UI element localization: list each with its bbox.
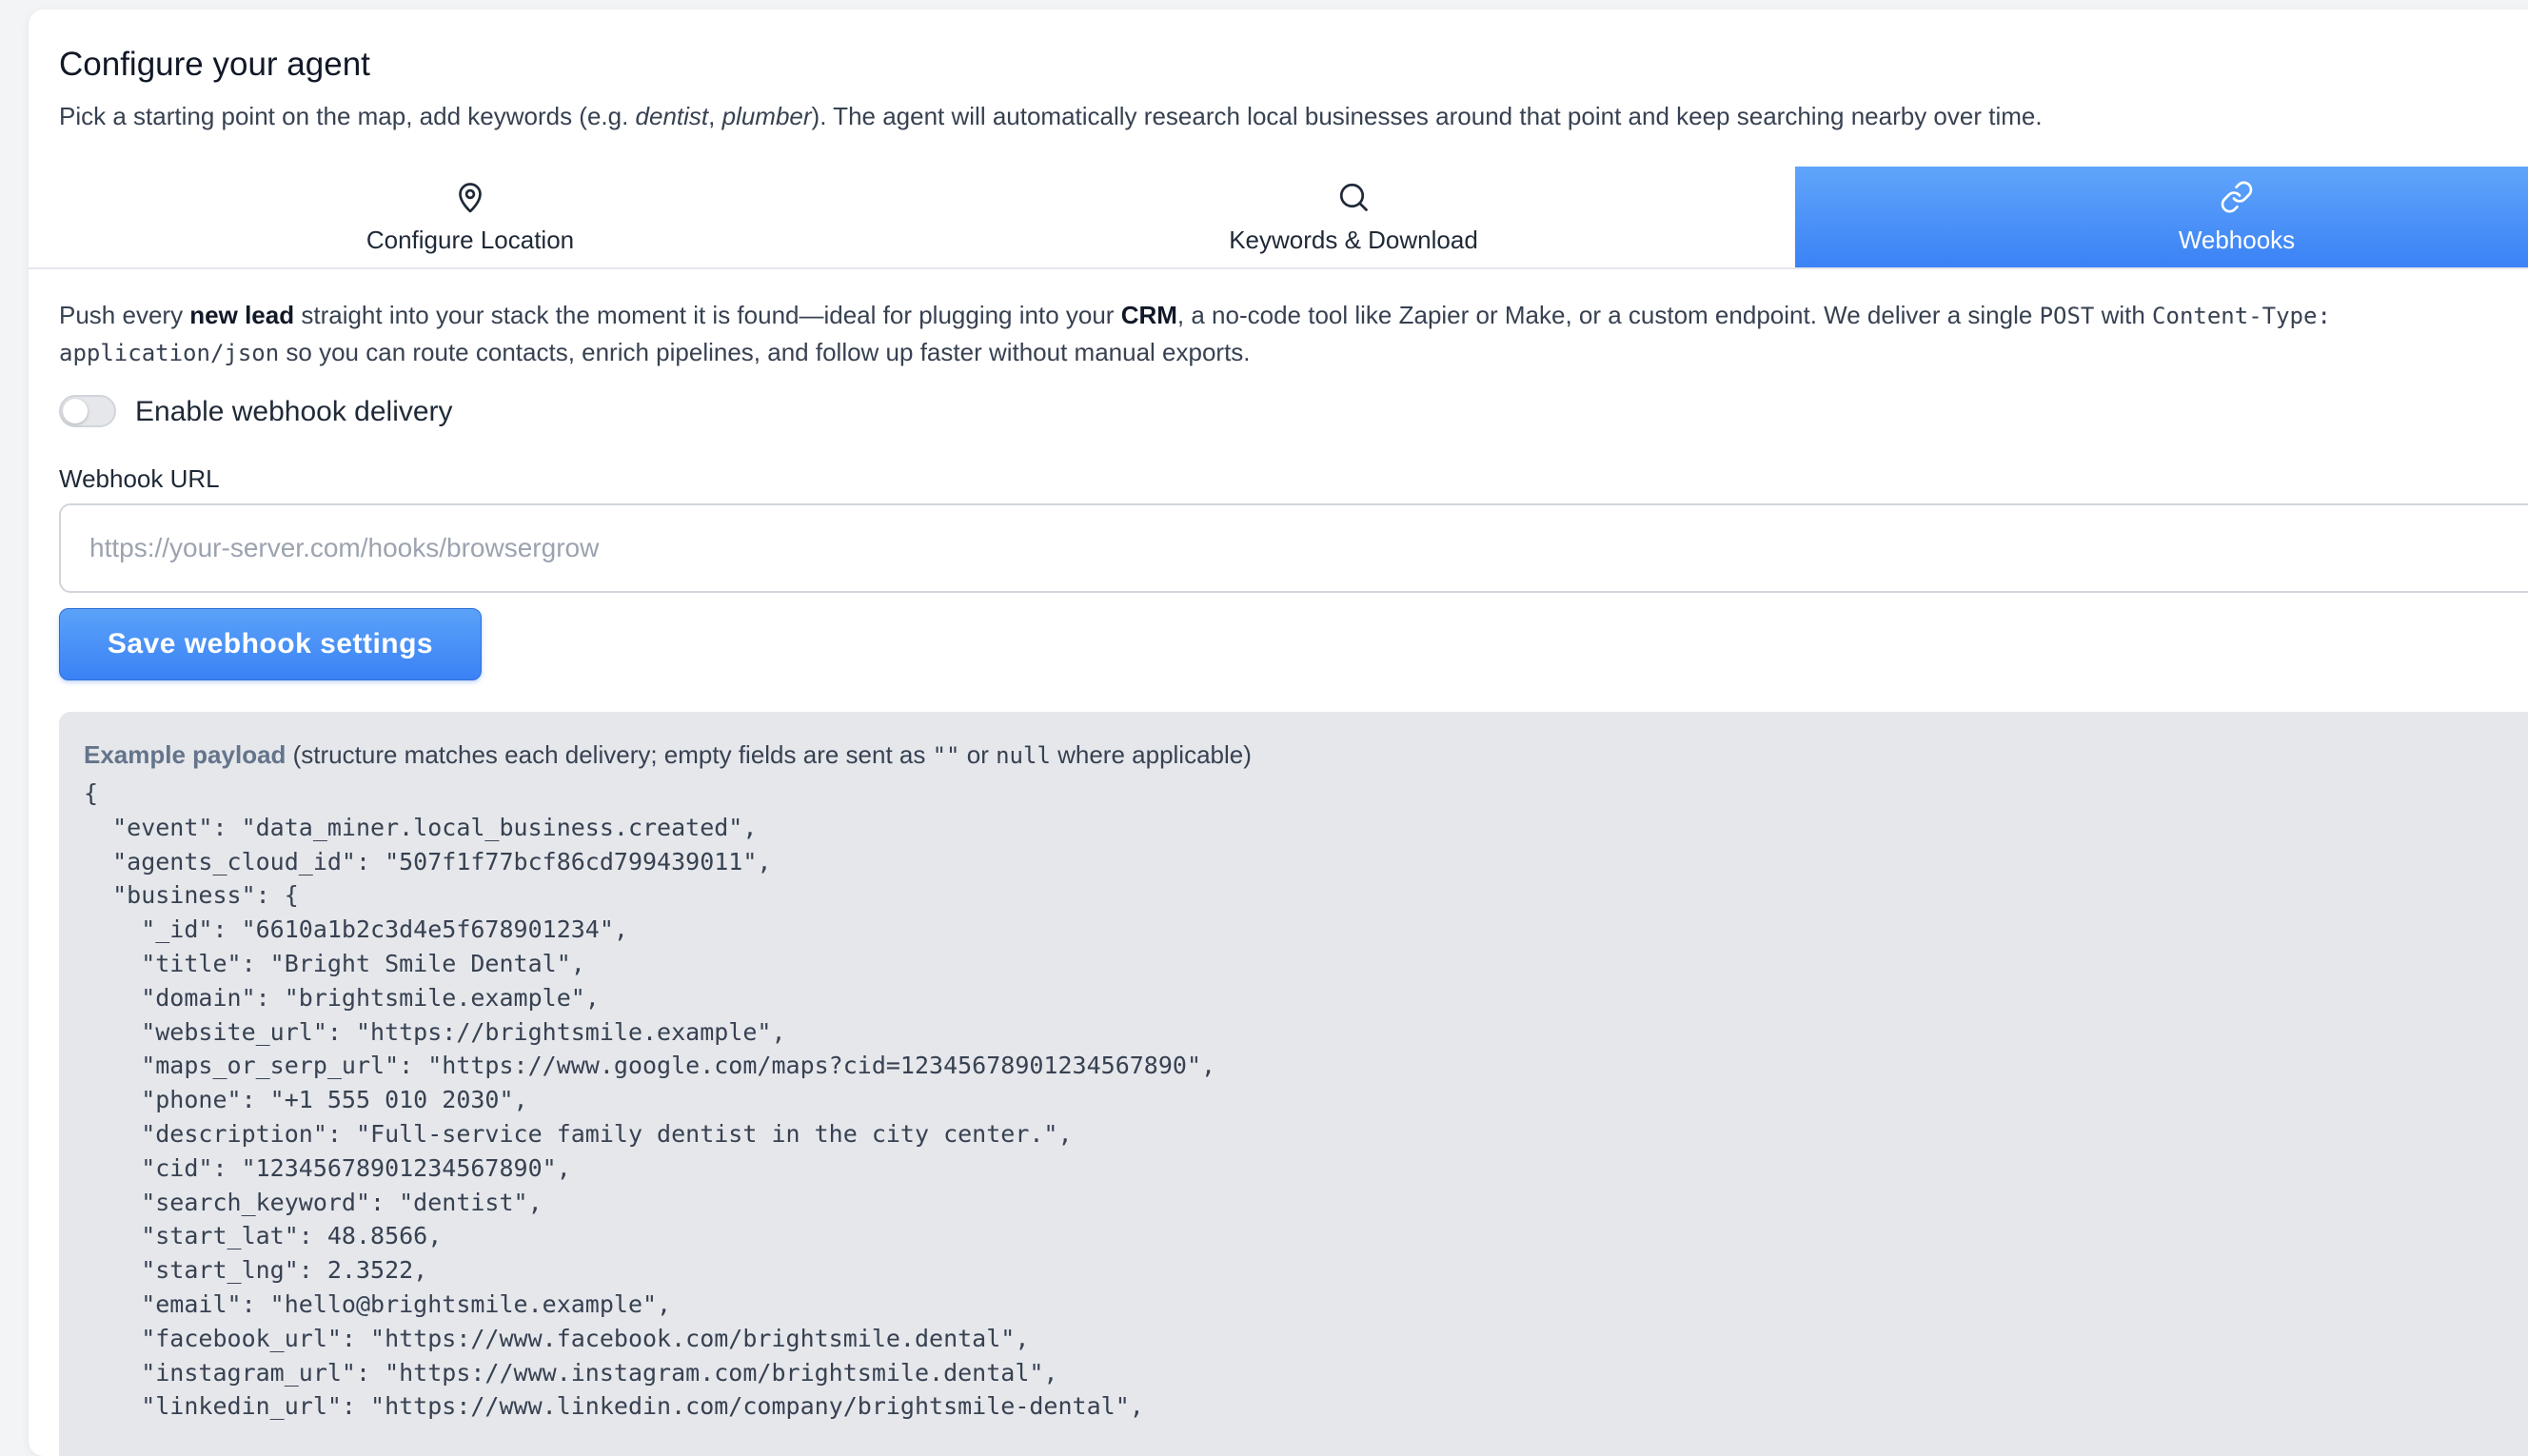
- payload-line: "title": "Bright Smile Dental",: [141, 949, 585, 977]
- save-webhook-button[interactable]: Save webhook settings: [59, 608, 482, 680]
- intro-text: Push every: [59, 301, 190, 329]
- payload-line: "maps_or_serp_url": "https://www.google.…: [141, 1052, 1216, 1080]
- search-icon: [1339, 183, 1368, 211]
- intro-text: with: [2094, 301, 2153, 329]
- enable-webhook-label[interactable]: Enable webhook delivery: [135, 396, 453, 428]
- toggle-knob: [63, 399, 88, 423]
- tab-label: Webhooks: [2178, 226, 2296, 254]
- payload-line: "event": "data_miner.local_business.crea…: [112, 813, 758, 841]
- tab-bar: Configure Location Keywords & Download W…: [29, 167, 2528, 269]
- payload-caption-code-null: null: [996, 742, 1051, 769]
- payload-line: "instagram_url": "https://www.instagram.…: [141, 1358, 1058, 1387]
- webhook-url-label: Webhook URL: [59, 464, 220, 493]
- payload-line: "linkedin_url": "https://www.linkedin.co…: [141, 1392, 1144, 1421]
- tab-label: Configure Location: [365, 226, 575, 254]
- intro-text: , a no-code tool like Zapier or Make, or…: [1176, 301, 2040, 329]
- payload-caption-text: or: [959, 740, 997, 769]
- payload-line: "cid": "12345678901234567890",: [141, 1153, 571, 1182]
- intro-text: so you can route contacts, enrich pipeli…: [279, 338, 1251, 366]
- intro-text: straight into your stack the moment it i…: [294, 301, 1121, 329]
- intro-code-post: POST: [2039, 303, 2095, 329]
- intro-bold-new-lead: new lead: [189, 301, 295, 329]
- payload-line: "email": "hello@brightsmile.example",: [141, 1289, 672, 1318]
- payload-line: "agents_cloud_id": "507f1f77bcf86cd79943…: [112, 847, 772, 876]
- desc-text: Pick a starting point on the map, add ke…: [59, 102, 636, 130]
- link-icon: [2221, 181, 2253, 213]
- tab-webhooks[interactable]: Webhooks: [1795, 167, 2528, 267]
- payload-line: "_id": "6610a1b2c3d4e5f678901234",: [141, 915, 628, 944]
- desc-example-dentist: dentist: [635, 102, 709, 130]
- desc-example-plumber: plumber: [721, 102, 812, 130]
- payload-caption: Example payload (structure matches each …: [84, 740, 1252, 770]
- page-description: Pick a starting point on the map, add ke…: [59, 102, 2528, 131]
- payload-line: "website_url": "https://brightsmile.exam…: [141, 1017, 786, 1046]
- tab-label: Keywords & Download: [1229, 226, 1478, 254]
- payload-code: { "event": "data_miner.local_business.cr…: [84, 777, 1215, 1424]
- payload-line: "start_lng": 2.3522,: [141, 1256, 428, 1285]
- desc-text-end: ). The agent will automatically research…: [811, 102, 2043, 130]
- intro-bold-crm: CRM: [1120, 301, 1177, 329]
- enable-webhook-toggle[interactable]: [59, 395, 116, 427]
- payload-caption-text: where applicable): [1050, 740, 1252, 769]
- payload-caption-text: (structure matches each delivery; empty …: [286, 740, 933, 769]
- payload-line: "business": {: [112, 881, 299, 910]
- webhook-intro: Push every new lead straight into your s…: [59, 297, 2528, 371]
- payload-line: "phone": "+1 555 010 2030",: [141, 1086, 528, 1114]
- tab-keywords-download[interactable]: Keywords & Download: [912, 167, 1795, 267]
- example-payload-panel: Example payload (structure matches each …: [59, 712, 2528, 1456]
- payload-line: "facebook_url": "https://www.facebook.co…: [141, 1324, 1030, 1352]
- page-title: Configure your agent: [59, 46, 370, 83]
- payload-line: {: [84, 779, 99, 807]
- webhook-url-input[interactable]: [59, 503, 2528, 593]
- map-pin-icon: [459, 183, 482, 213]
- payload-line: "description": "Full-service family dent…: [141, 1119, 1073, 1148]
- payload-caption-code-empty: "": [932, 742, 960, 769]
- agent-config-card: Configure your agent Pick a starting poi…: [29, 10, 2528, 1456]
- payload-title: Example payload: [84, 740, 286, 769]
- payload-line: "domain": "brightsmile.example",: [141, 983, 600, 1012]
- payload-line: "start_lat": 48.8566,: [141, 1222, 443, 1250]
- desc-separator: ,: [708, 102, 722, 130]
- payload-line: "search_keyword": "dentist",: [141, 1188, 543, 1216]
- tab-configure-location[interactable]: Configure Location: [29, 167, 912, 267]
